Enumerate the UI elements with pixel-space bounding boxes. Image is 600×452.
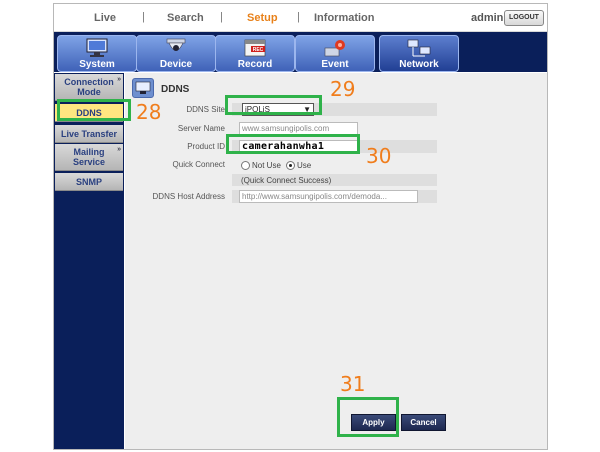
callout-number-31: 31 — [340, 372, 366, 396]
callout-number-28: 28 — [136, 100, 162, 124]
nav-separator: | — [297, 11, 300, 23]
rec-badge-text: REC — [253, 47, 264, 53]
submenu-snmp[interactable]: SNMP — [55, 173, 123, 191]
menu-bar: System Device REC Record Event Network — [54, 32, 547, 72]
nav-separator: | — [220, 11, 223, 23]
camera-icon — [166, 38, 186, 51]
nav-search[interactable]: Search — [167, 12, 204, 24]
network-submenu: Connection Mode » DDNS Live Transfer Mai… — [54, 73, 124, 449]
callout-box-apply — [337, 397, 399, 437]
dvr-web-viewer: Live | Search | Setup | Information admi… — [53, 3, 548, 450]
quick-connect-use-radio[interactable] — [286, 161, 295, 170]
callout-box-product-id — [226, 134, 360, 154]
ddns-host-label: DDNS Host Address — [152, 192, 225, 201]
submenu-connection-mode-label: Connection Mode — [64, 77, 114, 97]
submenu-mailing-service-label: Mailing Service — [72, 147, 106, 167]
alarm-icon — [324, 40, 345, 57]
callout-box-ddns — [57, 99, 131, 121]
menu-network-label: Network — [399, 59, 439, 70]
menu-record-label: Record — [237, 59, 273, 70]
page-title: DDNS — [161, 84, 190, 95]
calendar-record-icon: REC — [244, 39, 266, 57]
quick-connect-label: Quick Connect — [172, 160, 225, 169]
quick-connect-not-use-label: Not Use — [252, 161, 281, 170]
expand-icon: » — [117, 76, 121, 83]
ddns-host-field[interactable]: http://www.samsungipolis.com/demoda... — [239, 190, 418, 203]
top-navigation: Live | Search | Setup | Information admi… — [54, 4, 547, 32]
callout-box-ddns-site — [225, 95, 322, 115]
nav-setup[interactable]: Setup — [247, 12, 278, 24]
nav-information[interactable]: Information — [314, 12, 375, 24]
submenu-snmp-label: SNMP — [75, 176, 102, 187]
user-name: admin — [471, 12, 504, 24]
product-id-label: Product ID — [187, 142, 225, 151]
submenu-live-transfer-label: Live Transfer — [60, 128, 118, 139]
menu-event-label: Event — [321, 59, 349, 70]
menu-system[interactable]: System — [57, 35, 137, 72]
ddns-settings-panel: DDNS DDNS Site iPOLiS ▼ Server Name www.… — [125, 73, 547, 449]
quick-connect-status: (Quick Connect Success) — [241, 176, 332, 185]
menu-event[interactable]: Event — [295, 35, 375, 72]
logout-button[interactable]: LOGOUT — [504, 10, 544, 26]
ddns-section-icon — [132, 78, 154, 98]
nav-separator: | — [142, 11, 145, 23]
menu-record[interactable]: REC Record — [215, 35, 295, 72]
expand-icon: » — [117, 146, 121, 153]
menu-device[interactable]: Device — [136, 35, 216, 72]
quick-connect-use-label: Use — [297, 161, 312, 170]
submenu-live-transfer[interactable]: Live Transfer — [55, 125, 123, 143]
menu-network[interactable]: Network — [379, 35, 459, 72]
callout-number-30: 30 — [366, 144, 392, 168]
cancel-button[interactable]: Cancel — [401, 414, 446, 431]
submenu-connection-mode[interactable]: Connection Mode » — [55, 74, 123, 101]
nav-live[interactable]: Live — [94, 12, 116, 24]
monitor-icon — [86, 38, 108, 57]
submenu-mailing-service[interactable]: Mailing Service » — [55, 144, 123, 171]
callout-number-29: 29 — [330, 77, 356, 101]
menu-device-label: Device — [159, 59, 193, 70]
network-icon — [407, 39, 431, 57]
server-name-label: Server Name — [177, 124, 225, 133]
quick-connect-not-use-radio[interactable] — [241, 161, 250, 170]
menu-system-label: System — [79, 59, 115, 70]
